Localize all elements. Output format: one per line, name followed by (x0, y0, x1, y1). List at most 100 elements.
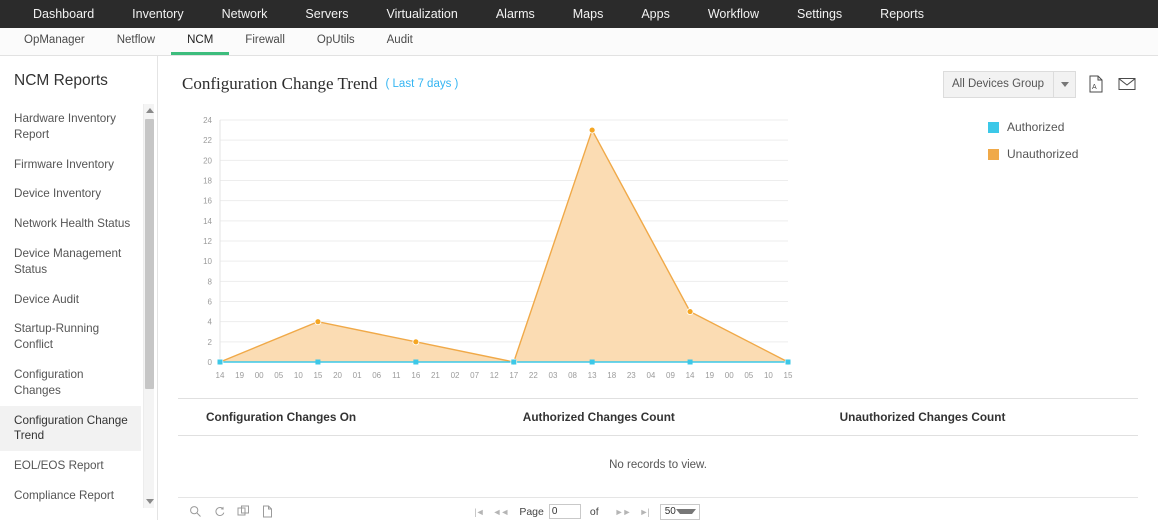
topnav-item-apps[interactable]: Apps (622, 0, 689, 28)
topnav-item-alarms[interactable]: Alarms (477, 0, 554, 28)
sidebar-title: NCM Reports (14, 72, 108, 89)
sidebar-item-compliance-report[interactable]: Compliance Report (0, 481, 141, 508)
sidebar-item-startup-running-conflict[interactable]: Startup-Running Conflict (0, 314, 141, 360)
pdf-export-icon[interactable]: A (1085, 72, 1107, 96)
legend-swatch-authorized (988, 121, 999, 133)
scroll-up-arrow-icon[interactable] (144, 104, 155, 117)
device-group-select[interactable]: All Devices Group (943, 70, 1076, 98)
legend-item-unauthorized[interactable]: Unauthorized (988, 147, 1078, 161)
svg-text:A: A (1092, 84, 1097, 91)
page-label: Page (519, 505, 544, 518)
svg-text:22: 22 (529, 371, 538, 380)
svg-text:18: 18 (203, 177, 212, 186)
device-group-value: All Devices Group (952, 78, 1045, 90)
sidebar-item-network-health-status[interactable]: Network Health Status (0, 209, 141, 239)
svg-text:19: 19 (235, 371, 244, 380)
first-page-button[interactable]: |◄ (472, 507, 485, 517)
subnav-item-netflow[interactable]: Netflow (101, 28, 171, 55)
column-header-unauthorized-changes-count[interactable]: Unauthorized Changes Count (811, 399, 1138, 436)
subnav-item-firewall[interactable]: Firewall (229, 28, 301, 55)
subnav-item-oputils[interactable]: OpUtils (301, 28, 371, 55)
svg-text:10: 10 (203, 257, 212, 266)
svg-text:16: 16 (203, 197, 212, 206)
sidebar-item-device-audit[interactable]: Device Audit (0, 285, 141, 315)
svg-text:14: 14 (216, 371, 225, 380)
svg-text:05: 05 (744, 371, 753, 380)
topnav-item-servers[interactable]: Servers (286, 0, 367, 28)
sidebar-scrollbar-thumb[interactable] (145, 119, 154, 389)
scroll-down-arrow-icon[interactable] (144, 495, 155, 508)
svg-text:8: 8 (208, 277, 213, 286)
subnav-item-opmanager[interactable]: OpManager (8, 28, 101, 55)
sidebar-report-list: Hardware Inventory Report Firmware Inven… (0, 104, 157, 508)
columns-icon[interactable] (236, 505, 250, 519)
column-header-configuration-changes-on[interactable]: Configuration Changes On (178, 399, 495, 436)
sidebar-item-device-inventory[interactable]: Device Inventory (0, 179, 141, 209)
sidebar-item-device-management-status[interactable]: Device Management Status (0, 239, 141, 285)
sidebar-item-hardware-inventory-report[interactable]: Hardware Inventory Report (0, 104, 141, 150)
topnav-item-network[interactable]: Network (203, 0, 287, 28)
topnav-item-reports[interactable]: Reports (861, 0, 943, 28)
topnav-item-inventory[interactable]: Inventory (113, 0, 202, 28)
svg-text:01: 01 (353, 371, 362, 380)
next-page-button[interactable]: ►► (613, 507, 633, 517)
refresh-icon[interactable] (212, 505, 226, 519)
legend-item-authorized[interactable]: Authorized (988, 120, 1078, 134)
page-size-select[interactable]: 50 (659, 503, 700, 520)
page-number-input[interactable] (548, 504, 581, 519)
subnav-item-audit[interactable]: Audit (371, 28, 429, 55)
search-icon[interactable] (188, 505, 202, 519)
svg-text:07: 07 (470, 371, 479, 380)
last-page-button[interactable]: ►| (637, 507, 650, 517)
page-size-value: 50 (664, 506, 676, 517)
sidebar-item-eol-eos-report[interactable]: EOL/EOS Report (0, 451, 141, 481)
page-title: Configuration Change Trend (182, 74, 378, 93)
svg-text:22: 22 (203, 136, 212, 145)
chevron-down-icon (675, 509, 696, 514)
svg-text:11: 11 (392, 371, 401, 380)
sidebar-item-configuration-changes[interactable]: Configuration Changes (0, 360, 141, 406)
of-label: of (589, 505, 599, 518)
table-pager: |◄ ◄◄ Page of ►► ►| 50 (178, 498, 1138, 520)
sidebar-item-firmware-inventory[interactable]: Firmware Inventory (0, 150, 141, 180)
svg-text:0: 0 (208, 358, 213, 367)
main-content: Configuration Change Trend ( Last 7 days… (158, 56, 1158, 520)
sidebar-scrollbar[interactable] (143, 104, 154, 508)
svg-text:21: 21 (431, 371, 440, 380)
chevron-down-icon (1053, 71, 1075, 97)
topnav-item-settings[interactable]: Settings (778, 0, 861, 28)
previous-page-button[interactable]: ◄◄ (491, 507, 511, 517)
top-navigation-bar: Dashboard Inventory Network Servers Virt… (0, 0, 1158, 28)
svg-text:08: 08 (568, 371, 577, 380)
empty-state-message: No records to view. (178, 435, 1138, 498)
email-icon[interactable] (1116, 72, 1138, 96)
svg-text:13: 13 (588, 371, 597, 380)
subnav-item-ncm[interactable]: NCM (171, 28, 230, 55)
sub-navigation-bar: OpManager Netflow NCM Firewall OpUtils A… (0, 28, 1158, 56)
svg-text:12: 12 (490, 371, 499, 380)
svg-text:2: 2 (208, 338, 213, 347)
column-header-authorized-changes-count[interactable]: Authorized Changes Count (494, 399, 812, 436)
svg-text:20: 20 (333, 371, 342, 380)
topnav-item-maps[interactable]: Maps (554, 0, 623, 28)
svg-text:12: 12 (203, 237, 212, 246)
svg-text:6: 6 (208, 298, 213, 307)
table-empty-row: No records to view. (178, 435, 1138, 498)
topnav-item-dashboard[interactable]: Dashboard (14, 0, 113, 28)
svg-text:19: 19 (705, 371, 714, 380)
pager-tool-icons (178, 505, 274, 519)
export-file-icon[interactable] (260, 505, 274, 519)
svg-text:14: 14 (686, 371, 695, 380)
svg-text:10: 10 (764, 371, 773, 380)
svg-text:02: 02 (451, 371, 460, 380)
legend-swatch-unauthorized (988, 148, 999, 160)
svg-text:06: 06 (372, 371, 381, 380)
topnav-item-workflow[interactable]: Workflow (689, 0, 778, 28)
svg-text:18: 18 (607, 371, 616, 380)
page-header: Configuration Change Trend ( Last 7 days… (172, 56, 1144, 112)
configuration-change-trend-chart: 0 2 4 6 8 10 12 14 16 18 20 22 24 14 19 00 05 10 15 20 01 06 1… (178, 112, 1138, 392)
sidebar-item-configuration-change-trend[interactable]: Configuration Change Trend (0, 405, 141, 452)
topnav-item-virtualization[interactable]: Virtualization (368, 0, 477, 28)
svg-text:14: 14 (203, 217, 212, 226)
page-time-range[interactable]: ( Last 7 days ) (386, 78, 459, 90)
